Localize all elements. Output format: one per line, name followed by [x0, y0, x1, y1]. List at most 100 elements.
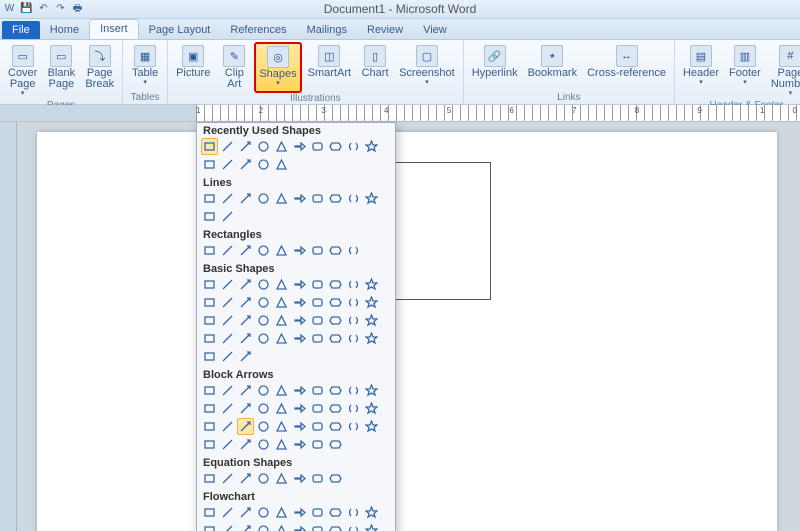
shape-item[interactable] [291, 470, 308, 487]
shape-item[interactable] [237, 436, 254, 453]
shape-item[interactable] [273, 276, 290, 293]
cross-reference-button[interactable]: ↔Cross-reference [583, 42, 670, 82]
shape-item[interactable] [363, 418, 380, 435]
shapes-gallery-dropdown[interactable]: Recently Used ShapesLinesRectanglesBasic… [196, 122, 396, 531]
shape-item[interactable] [219, 436, 236, 453]
shape-item[interactable] [219, 330, 236, 347]
shape-item[interactable] [363, 276, 380, 293]
shape-item[interactable] [273, 418, 290, 435]
shape-item[interactable] [309, 312, 326, 329]
shape-item[interactable] [327, 470, 344, 487]
shape-item[interactable] [255, 190, 272, 207]
tab-file[interactable]: File [2, 21, 40, 39]
shape-item[interactable] [327, 312, 344, 329]
shape-item[interactable] [273, 138, 290, 155]
shape-item[interactable] [255, 294, 272, 311]
shape-item[interactable] [201, 522, 218, 531]
shape-item[interactable] [255, 382, 272, 399]
shape-item[interactable] [327, 522, 344, 531]
print-icon[interactable]: 🖶 [70, 1, 85, 16]
table-button[interactable]: ▦Table▾ [127, 42, 163, 89]
shape-item[interactable] [237, 382, 254, 399]
shape-item[interactable] [327, 400, 344, 417]
shape-item[interactable] [273, 190, 290, 207]
screenshot-button[interactable]: ▢Screenshot▾ [395, 42, 459, 93]
shape-item[interactable] [309, 330, 326, 347]
shape-item[interactable] [291, 190, 308, 207]
shape-item[interactable] [219, 400, 236, 417]
shape-item[interactable] [201, 418, 218, 435]
shape-item[interactable] [255, 138, 272, 155]
shape-item[interactable] [273, 242, 290, 259]
shape-item[interactable] [327, 190, 344, 207]
shape-item[interactable] [219, 470, 236, 487]
shape-item[interactable] [291, 138, 308, 155]
shape-item[interactable] [309, 242, 326, 259]
shape-item[interactable] [255, 504, 272, 521]
shape-item[interactable] [237, 276, 254, 293]
shape-item[interactable] [273, 156, 290, 173]
hyperlink-button[interactable]: 🔗Hyperlink [468, 42, 522, 82]
shape-item[interactable] [327, 418, 344, 435]
shape-item[interactable] [237, 504, 254, 521]
shape-item[interactable] [345, 522, 362, 531]
shape-item[interactable] [219, 348, 236, 365]
shape-item[interactable] [327, 504, 344, 521]
page-area[interactable] [17, 122, 800, 531]
shape-item[interactable] [219, 294, 236, 311]
shape-item[interactable] [219, 418, 236, 435]
shape-item[interactable] [309, 418, 326, 435]
shape-item[interactable] [345, 418, 362, 435]
redo-icon[interactable]: ↷ [53, 1, 68, 16]
shape-item[interactable] [273, 470, 290, 487]
shape-item[interactable] [309, 400, 326, 417]
save-icon[interactable]: 💾 [19, 1, 34, 16]
shape-item[interactable] [345, 382, 362, 399]
shape-item[interactable] [345, 400, 362, 417]
shape-item[interactable] [363, 312, 380, 329]
shape-item[interactable] [237, 348, 254, 365]
page[interactable] [37, 132, 777, 531]
shape-item[interactable] [237, 138, 254, 155]
tab-page-layout[interactable]: Page Layout [139, 21, 221, 39]
shape-item[interactable] [201, 348, 218, 365]
shape-item[interactable] [237, 190, 254, 207]
shape-item[interactable] [237, 470, 254, 487]
shape-item[interactable] [291, 276, 308, 293]
shape-item[interactable] [345, 504, 362, 521]
shape-item[interactable] [255, 276, 272, 293]
shape-item[interactable] [255, 156, 272, 173]
shape-item[interactable] [201, 400, 218, 417]
shape-item[interactable] [345, 190, 362, 207]
shape-item[interactable] [291, 312, 308, 329]
shape-item[interactable] [273, 382, 290, 399]
shape-item[interactable] [201, 436, 218, 453]
shape-item[interactable] [345, 138, 362, 155]
shape-item[interactable] [327, 242, 344, 259]
shape-item[interactable] [237, 312, 254, 329]
shape-item[interactable] [327, 382, 344, 399]
shape-item[interactable] [273, 504, 290, 521]
shape-item[interactable] [219, 522, 236, 531]
shape-item[interactable] [345, 312, 362, 329]
shape-item[interactable] [255, 418, 272, 435]
smartart-button[interactable]: ◫SmartArt [304, 42, 355, 93]
shape-item[interactable] [219, 208, 236, 225]
shape-item[interactable] [345, 330, 362, 347]
shape-item[interactable] [327, 330, 344, 347]
picture-button[interactable]: ▣Picture [172, 42, 214, 93]
shape-item[interactable] [219, 382, 236, 399]
shape-item[interactable] [345, 276, 362, 293]
shape-item[interactable] [201, 276, 218, 293]
shape-item[interactable] [291, 436, 308, 453]
tab-references[interactable]: References [220, 21, 296, 39]
shape-item[interactable] [291, 418, 308, 435]
shape-item[interactable] [363, 382, 380, 399]
shape-item[interactable] [237, 330, 254, 347]
shape-item[interactable] [273, 400, 290, 417]
shape-item[interactable] [201, 470, 218, 487]
shape-item[interactable] [201, 190, 218, 207]
shape-item[interactable] [219, 156, 236, 173]
tab-home[interactable]: Home [40, 21, 89, 39]
tab-insert[interactable]: Insert [89, 19, 139, 39]
